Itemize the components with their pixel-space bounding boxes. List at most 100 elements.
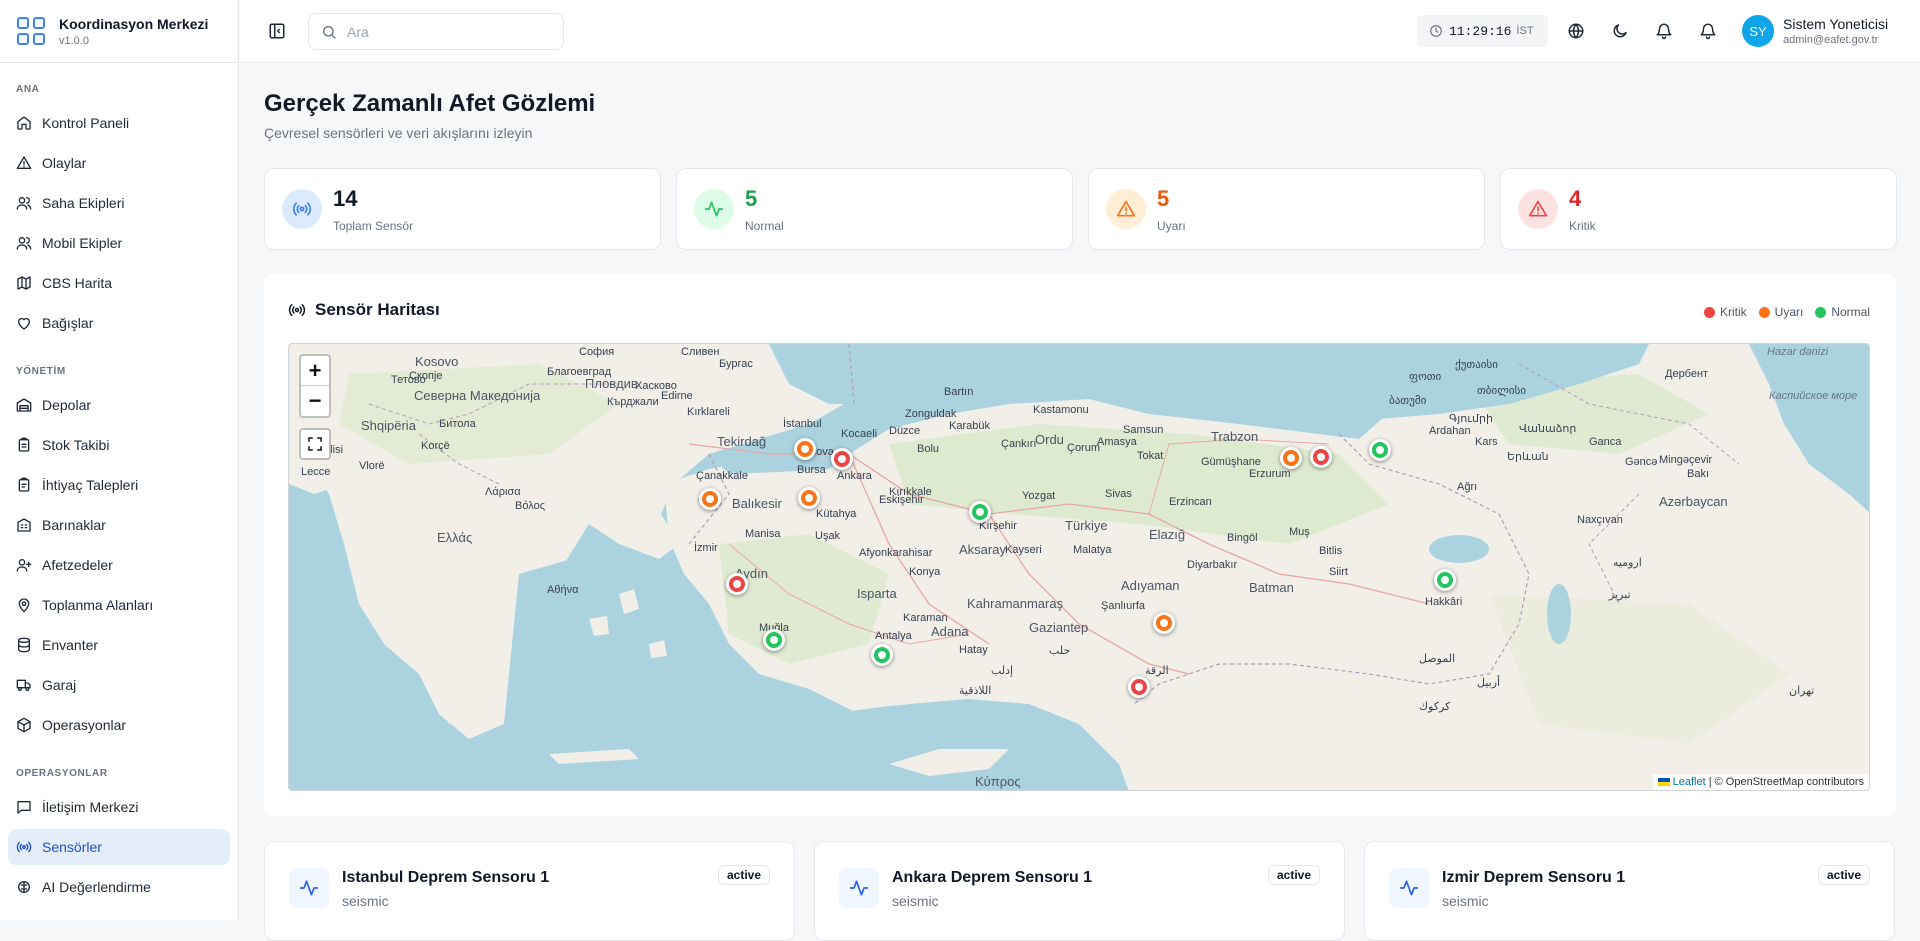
map-label-kars: Kars: [1475, 436, 1498, 448]
sensor-card[interactable]: Istanbul Deprem Sensoru 1 seismic active: [264, 841, 795, 941]
map-label-cankiri: Çankırı: [1001, 438, 1037, 450]
brand-version: v1.0.0: [59, 34, 89, 47]
sidebar-item-cbs-harita[interactable]: CBS Harita: [8, 265, 230, 301]
legend-label: Kritik: [1719, 305, 1747, 319]
sidebar-item-bagislar[interactable]: Bağışlar: [8, 305, 230, 341]
sensor-card[interactable]: Ankara Deprem Sensoru 1 seismic active: [814, 841, 1345, 941]
map-label-amasya: Amasya: [1097, 436, 1137, 448]
sidebar-item-label: Afetzedeler: [42, 557, 113, 573]
sensor-marker[interactable]: [794, 438, 816, 460]
map-label-ordu: Ordu: [1035, 432, 1064, 447]
user-menu[interactable]: SY Sistem Yoneticisi admin@eafet.gov.tr: [1742, 15, 1888, 47]
sensor-marker[interactable]: [1369, 439, 1391, 461]
zoom-in-button[interactable]: +: [301, 356, 329, 386]
map-label-aleppo: حلب: [1049, 645, 1071, 657]
moon-icon[interactable]: [1611, 22, 1629, 40]
sensor-marker[interactable]: [1280, 447, 1302, 469]
sidebar-item-ai-degerlendirme[interactable]: AI Değerlendirme: [8, 869, 230, 905]
sidebar-item-sensorler[interactable]: Sensörler: [8, 829, 230, 865]
fullscreen-icon: [308, 437, 322, 451]
sidebar-item-label: Envanter: [42, 637, 99, 653]
warehouse-icon: [16, 398, 32, 412]
heart-icon: [18, 317, 30, 330]
stat-value: 14: [333, 186, 358, 211]
sidebar-toggle-icon[interactable]: [268, 22, 286, 40]
stat-card-total: 14 Toplam Sensör: [264, 168, 661, 250]
map-label-izmir: İzmir: [694, 542, 718, 554]
sidebar-item-depolar[interactable]: Depolar: [8, 387, 230, 423]
map-label-samsun: Samsun: [1123, 424, 1164, 436]
sidebar-item-iletisim-merkezi[interactable]: İletişim Merkezi: [8, 789, 230, 825]
top-header: 11:29:16 İST SY Sistem Yoneticisi admin@…: [240, 0, 1920, 63]
sidebar-item-operasyonlar[interactable]: Operasyonlar: [8, 707, 230, 743]
map-pin-icon: [18, 598, 30, 613]
page-title: Gerçek Zamanlı Afet Gözlemi: [264, 90, 596, 117]
sidebar-item-stok-takibi[interactable]: Stok Takibi: [8, 427, 230, 463]
sensor-type: seismic: [342, 893, 389, 909]
sidebar-item-afetzedeler[interactable]: Afetzedeler: [8, 547, 230, 583]
bell-icon[interactable]: [1655, 22, 1673, 40]
sensor-icon-bg: [1389, 868, 1429, 908]
sensor-marker[interactable]: [699, 488, 721, 510]
sensor-type: seismic: [1442, 893, 1489, 909]
nav-heading: YÖNETİM: [16, 366, 66, 377]
database-icon: [18, 637, 30, 653]
sidebar-item-label: Saha Ekipleri: [42, 195, 125, 211]
sensor-marker[interactable]: [1310, 446, 1332, 468]
sidebar-item-toplanma-alanlari[interactable]: Toplanma Alanları: [8, 587, 230, 623]
map-label-makedonija: Северна Македонија: [414, 388, 541, 403]
map-label-tbilisi: თბილისი: [1477, 385, 1527, 397]
map-label-yerevan: Երևան: [1507, 451, 1549, 463]
clipboard-list-icon: [18, 477, 30, 492]
map-label-ankara: Ankara: [837, 470, 872, 482]
sensor-marker[interactable]: [1153, 612, 1175, 634]
legend-item-kritik: Kritik: [1703, 305, 1747, 319]
map-icon: [17, 276, 31, 290]
legend-item-uyari: Uyarı: [1758, 305, 1803, 319]
leaflet-link[interactable]: Leaflet: [1673, 776, 1706, 788]
fullscreen-button[interactable]: [299, 428, 331, 460]
globe-icon[interactable]: [1567, 22, 1585, 40]
search-box[interactable]: [308, 13, 564, 50]
sidebar-item-label: Sensörler: [42, 839, 102, 855]
zoom-out-button[interactable]: −: [301, 386, 329, 416]
sidebar-item-kontrol-paneli[interactable]: Kontrol Paneli: [8, 105, 230, 141]
sensor-card[interactable]: Izmir Deprem Sensoru 1 seismic active: [1364, 841, 1895, 941]
map-label-konya: Konya: [909, 566, 941, 578]
map-label-bolu: Bolu: [917, 443, 940, 455]
sensor-marker[interactable]: [726, 573, 748, 595]
sensor-marker[interactable]: [831, 448, 853, 470]
sidebar-item-label: Kontrol Paneli: [42, 115, 130, 131]
sidebar-item-ihtiyac-talepleri[interactable]: İhtiyaç Talepleri: [8, 467, 230, 503]
radio-icon: [292, 202, 312, 216]
zoom-control: + −: [299, 354, 331, 418]
map-label-ganca: Gəncə: [1625, 456, 1658, 468]
sidebar-item-barinaklar[interactable]: Barınaklar: [8, 507, 230, 543]
sensor-marker[interactable]: [798, 487, 820, 509]
map-label-raqqa: الرقة: [1145, 665, 1169, 677]
brand[interactable]: Koordinasyon Merkezi v1.0.0: [0, 0, 238, 63]
sensor-marker[interactable]: [1434, 569, 1456, 591]
sensor-marker[interactable]: [763, 629, 785, 651]
bell-icon[interactable]: [1699, 22, 1717, 40]
sensor-marker[interactable]: [1128, 676, 1150, 698]
search-input[interactable]: [347, 23, 547, 40]
sidebar-item-envanter[interactable]: Envanter: [8, 627, 230, 663]
sensor-marker[interactable]: [969, 501, 991, 523]
sidebar-item-mobil-ekipler[interactable]: Mobil Ekipler: [8, 225, 230, 261]
sensor-marker[interactable]: [871, 644, 893, 666]
sidebar-item-label: Bağışlar: [42, 315, 94, 331]
stat-label: Toplam Sensör: [333, 219, 414, 233]
sensor-map-card: Sensör Haritası Kritik Uyarı Normal Türk…: [264, 274, 1896, 816]
sidebar-item-olaylar[interactable]: Olaylar: [8, 145, 230, 181]
sidebar-item-label: CBS Harita: [42, 275, 113, 291]
map-label-usak: Uşak: [815, 530, 841, 542]
sensor-map[interactable]: Türkiye Ankara İstanbul Kocaeli Bursa İz…: [288, 343, 1870, 791]
page-subtitle: Çevresel sensörleri ve veri akışlarını i…: [264, 125, 533, 141]
stat-label: Uyarı: [1157, 219, 1186, 233]
sidebar-item-saha-ekipleri[interactable]: Saha Ekipleri: [8, 185, 230, 221]
map-label-vlore: Vlorë: [359, 460, 385, 472]
map-legend: Kritik Uyarı Normal: [1692, 305, 1870, 319]
map-label-antalya: Antalya: [875, 630, 912, 642]
sidebar-item-garaj[interactable]: Garaj: [8, 667, 230, 703]
